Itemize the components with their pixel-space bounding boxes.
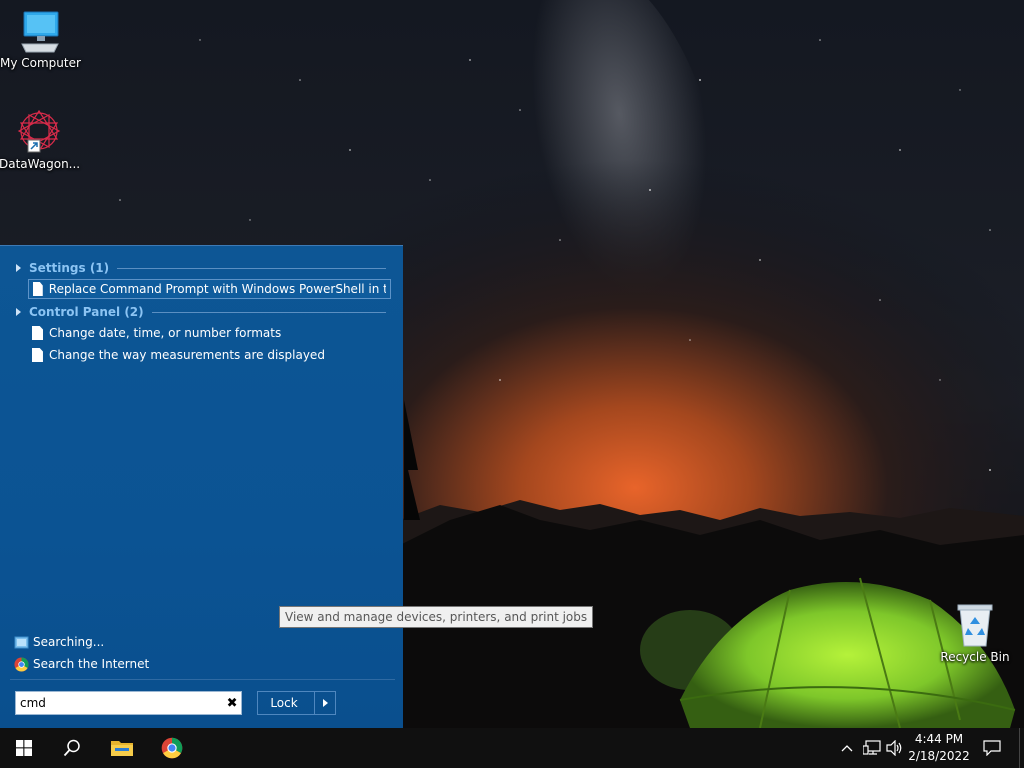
desktop-icon-my-computer[interactable]: My Computer [0,8,81,70]
taskbar-file-explorer[interactable] [98,728,146,768]
document-icon [32,348,43,362]
searching-status: Searching... [14,633,104,651]
volume-button[interactable] [884,728,906,768]
search-result-item[interactable]: Replace Command Prompt with Windows Powe… [28,279,391,299]
searching-label: Searching... [33,635,105,649]
network-button[interactable] [860,728,884,768]
group-divider [151,311,386,313]
action-center-icon [983,740,1001,756]
chrome-icon [161,737,183,759]
start-button[interactable] [0,728,48,768]
volume-icon [886,740,902,756]
start-menu: Settings (1) Replace Command Prompt with… [0,245,403,728]
document-icon [32,326,43,340]
taskbar-clock[interactable]: 4:44 PM 2/18/2022 [906,731,972,765]
desktop-icon-recycle-bin[interactable]: Recycle Bin [935,602,1015,664]
search-internet-link[interactable]: Search the Internet [14,655,149,673]
desktop-icon-label: My Computer [0,56,81,70]
search-result-label: Change the way measurements are displaye… [48,348,324,362]
desktop-icon-label: DataWagon... [0,157,81,171]
expand-arrow-icon [16,264,21,272]
tooltip: View and manage devices, printers, and p… [279,606,594,628]
computer-icon [21,11,59,53]
start-search-box[interactable]: ✖ [15,691,242,715]
chevron-up-icon [841,745,853,752]
clock-date: 2/18/2022 [908,749,970,763]
search-icon [63,739,80,757]
network-icon [863,740,881,755]
taskbar: 4:44 PM 2/18/2022 [0,728,1024,768]
windows-start-icon [16,740,32,756]
desktop-icon-datawagon[interactable]: DataWagon... [0,107,81,171]
divider [10,679,395,680]
search-result-item[interactable]: Change the way measurements are displaye… [28,345,328,365]
search-result-label: Replace Command Prompt with Windows Powe… [48,282,386,296]
clock-time: 4:44 PM [914,732,964,746]
result-group-settings[interactable]: Settings (1) [16,259,386,277]
arrow-right-icon [322,699,328,707]
lock-button-group: Lock [257,691,336,715]
result-group-control-panel[interactable]: Control Panel (2) [16,303,386,321]
search-input[interactable] [16,693,224,713]
expand-arrow-icon [16,308,21,316]
taskbar-chrome[interactable] [148,728,196,768]
taskbar-search-button[interactable] [48,728,96,768]
power-options-arrow-button[interactable] [314,692,335,714]
recycle-bin-icon [957,604,993,647]
group-divider [117,267,386,269]
group-title: Settings (1) [29,261,110,275]
clear-search-button[interactable]: ✖ [223,694,241,712]
group-title: Control Panel (2) [29,305,144,319]
file-explorer-icon [111,741,133,756]
search-result-label: Change date, time, or number formats [49,326,282,340]
searching-folder-icon [14,636,29,648]
document-icon [33,282,43,296]
search-result-item[interactable]: Change date, time, or number formats [28,323,328,343]
datawagon-shortcut-icon [17,109,61,153]
show-hidden-icons-button[interactable] [836,728,858,768]
desktop-icon-label: Recycle Bin [940,650,1010,664]
lock-button[interactable]: Lock [258,696,314,710]
chrome-icon [14,656,29,672]
show-desktop-button[interactable] [1019,728,1024,768]
action-center-button[interactable] [978,728,1006,768]
search-internet-label: Search the Internet [33,657,150,671]
